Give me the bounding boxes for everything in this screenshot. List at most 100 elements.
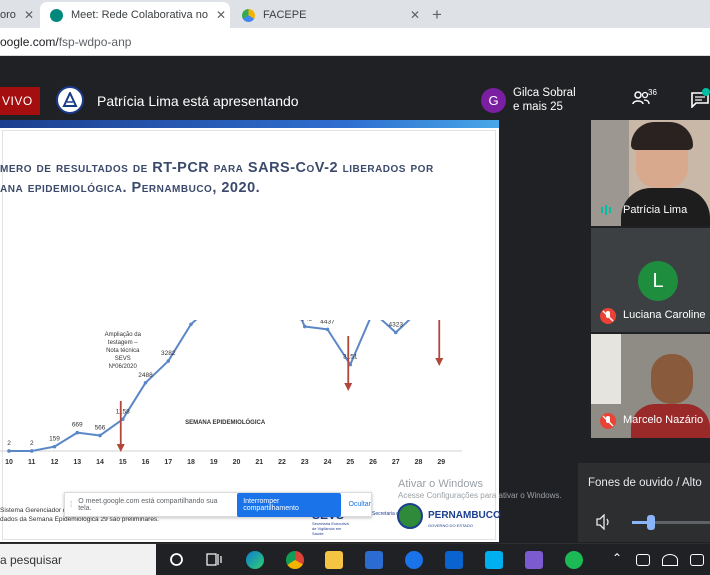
- participant-hair: [631, 122, 693, 150]
- close-tab-icon[interactable]: ✕: [410, 8, 420, 22]
- annotation-line: Nota técnica: [106, 348, 140, 354]
- attendee-summary[interactable]: Gilca Sobral e mais 25: [513, 86, 576, 114]
- data-label: 1158: [116, 408, 130, 415]
- x-tick-label: 16: [142, 459, 150, 466]
- data-label: 3282: [161, 350, 176, 357]
- data-point: [29, 449, 34, 453]
- cortana-icon[interactable]: [169, 552, 184, 567]
- battery-icon[interactable]: [636, 554, 650, 566]
- data-label: 4437: [320, 320, 335, 325]
- data-point: [143, 381, 148, 385]
- presenter-logo-icon: [56, 86, 84, 114]
- x-axis-title: SEMANA EPIDEMIOLÓGICA: [185, 418, 266, 426]
- slide-title: mero de resultados de RT-PCR para SARS-C…: [0, 158, 470, 198]
- participant-tile-marcelo[interactable]: Marcelo Nazário: [591, 334, 710, 438]
- data-label: 3151: [343, 354, 358, 361]
- slide-top-band: [0, 120, 499, 128]
- data-point: [52, 444, 57, 449]
- x-tick-label: 19: [210, 459, 218, 466]
- mail-icon[interactable]: [445, 551, 463, 569]
- data-label: 669: [72, 422, 83, 429]
- speaking-indicator-icon: [601, 205, 611, 215]
- mic-off-icon: [600, 413, 616, 429]
- x-tick-label: 21: [255, 459, 263, 466]
- hide-notice-button[interactable]: Ocultar: [348, 501, 371, 508]
- tray-expand-icon[interactable]: ⌃: [612, 551, 622, 565]
- x-tick-label: 22: [278, 459, 286, 466]
- screen-share-notice: ⁞ O meet.google.com está compartilhando …: [64, 492, 372, 517]
- close-tab-icon[interactable]: ✕: [216, 8, 226, 22]
- participant-tile-luciana[interactable]: L Luciana Caroline: [591, 228, 710, 332]
- new-tab-icon[interactable]: +: [432, 5, 442, 25]
- drag-handle-icon[interactable]: ⁞: [70, 500, 72, 509]
- x-tick-label: 25: [346, 459, 354, 466]
- taskbar-search-box[interactable]: a pesquisar: [0, 544, 156, 575]
- browser-tab-strip: oro ✕ Meet: Rede Colaborativa no ✕ FACEP…: [0, 0, 710, 28]
- x-tick-label: 14: [96, 459, 104, 466]
- browser-tab-meet[interactable]: Meet: Rede Colaborativa no ✕: [40, 2, 230, 28]
- participant-tile-patricia[interactable]: Patrícia Lima: [591, 120, 710, 226]
- speaker-icon[interactable]: [596, 514, 614, 530]
- data-point: [75, 430, 80, 435]
- annotation-arrow-head: [435, 358, 444, 366]
- data-point: [325, 327, 330, 332]
- slide-title-line-2: ana epidemiológica. Pernambuco, 2020.: [0, 180, 261, 196]
- edge-icon[interactable]: [246, 551, 264, 569]
- data-label: 159: [49, 436, 60, 443]
- rtpcr-line-chart: 2215966956611582488328246235374696862046…: [0, 320, 462, 466]
- x-tick-label: 29: [437, 459, 445, 466]
- chat-notification-badge: [702, 88, 710, 96]
- close-tab-icon[interactable]: ✕: [24, 8, 34, 22]
- participant-avatar: L: [638, 261, 678, 301]
- watermark-line-1: Ativar o Windows: [398, 478, 483, 490]
- windows-taskbar: a pesquisar ⌃: [0, 543, 710, 575]
- windows-activation-watermark: Ativar o Windows Acesse Configurações pa…: [398, 478, 562, 502]
- data-point: [393, 330, 398, 335]
- people-count: 36: [648, 88, 657, 97]
- address-bar[interactable]: oogle.com/fsp-wdpo-anp: [0, 28, 710, 56]
- live-badge: VIVO: [0, 87, 40, 115]
- url-host: oogle.com/: [0, 35, 59, 49]
- attendee-name: Gilca Sobral: [513, 87, 576, 99]
- browser-tab-1[interactable]: oro ✕: [0, 2, 40, 28]
- meet-top-bar: VIVO Patrícia Lima está apresentando G G…: [0, 82, 710, 120]
- network-icon[interactable]: [662, 554, 678, 566]
- volume-slider-thumb[interactable]: [647, 515, 655, 530]
- data-point: [7, 449, 11, 453]
- paint-icon[interactable]: [525, 551, 543, 569]
- data-label: 566: [95, 424, 106, 431]
- x-tick-label: 13: [73, 459, 81, 466]
- pernambuco-seal-icon: [397, 503, 423, 529]
- watermark-line-2: Acesse Configurações para ativar o Windo…: [398, 491, 562, 500]
- data-point: [98, 433, 102, 438]
- tab-label: Meet: Rede Colaborativa no: [71, 9, 208, 21]
- file-explorer-icon[interactable]: [325, 551, 343, 569]
- series-line: [9, 320, 411, 452]
- data-label: 2: [30, 440, 34, 447]
- x-tick-label: 15: [119, 459, 127, 466]
- attendee-avatar[interactable]: G: [481, 88, 506, 113]
- chrome-icon[interactable]: [286, 551, 304, 569]
- sevs-logo-subtitle: Secretaria Executiva de Vigilância em Sa…: [312, 521, 349, 536]
- meet-favicon-icon: [50, 8, 63, 22]
- browser-app-icon[interactable]: [405, 551, 423, 569]
- skype-icon[interactable]: [485, 551, 503, 569]
- attendee-more: e mais 25: [513, 101, 563, 113]
- participant-name: Patrícia Lima: [623, 204, 688, 216]
- data-point: [302, 324, 307, 329]
- facepe-favicon-icon: [242, 8, 255, 22]
- x-tick-label: 20: [233, 459, 241, 466]
- store-icon[interactable]: [365, 551, 383, 569]
- spotify-icon[interactable]: [565, 551, 583, 569]
- pernambuco-logo: PERNAMBUCO: [428, 510, 501, 521]
- audio-device-label[interactable]: Fones de ouvido / Alto: [588, 477, 702, 489]
- x-tick-label: 18: [187, 459, 195, 466]
- browser-tab-facepe[interactable]: FACEPE ✕: [232, 2, 426, 28]
- pernambuco-logo-subtitle: GOVERNO DO ESTADO: [428, 523, 473, 528]
- stop-sharing-button[interactable]: Interromper compartilhamento: [237, 492, 342, 517]
- presenter-text: Patrícia Lima está apresentando: [97, 93, 299, 109]
- notifications-icon[interactable]: [690, 554, 704, 566]
- data-label: 4323: [389, 322, 404, 329]
- data-point: [166, 359, 171, 363]
- task-view-icon[interactable]: [206, 552, 222, 567]
